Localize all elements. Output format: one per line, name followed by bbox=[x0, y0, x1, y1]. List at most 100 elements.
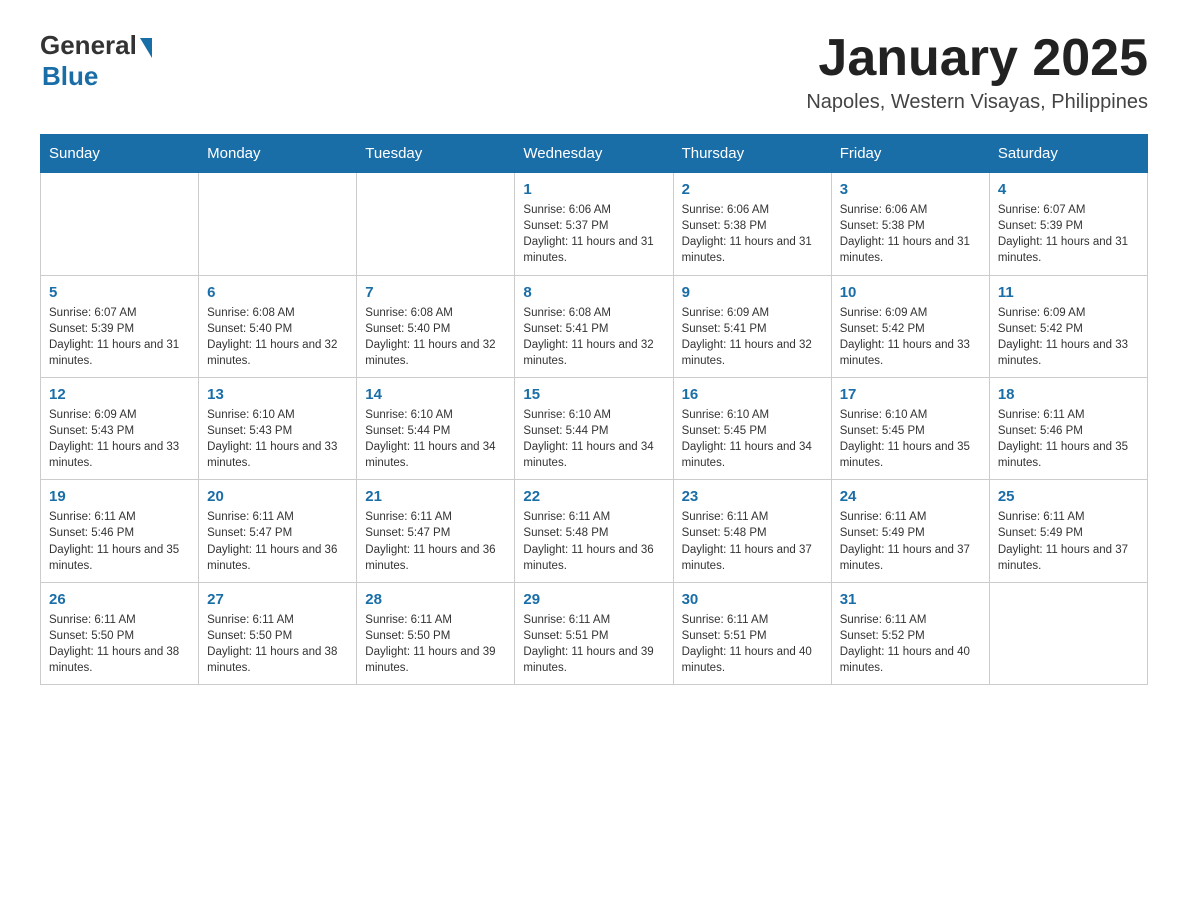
logo-triangle-icon bbox=[140, 38, 152, 58]
calendar-cell: 15 Sunrise: 6:10 AMSunset: 5:44 PMDayligh… bbox=[515, 377, 673, 479]
logo-general-text: General bbox=[40, 30, 137, 61]
calendar-header-friday: Friday bbox=[831, 135, 989, 173]
day-info: Sunrise: 6:10 AMSunset: 5:45 PMDaylight:… bbox=[840, 407, 981, 471]
day-number: 28 bbox=[365, 591, 506, 608]
day-number: 21 bbox=[365, 488, 506, 505]
day-info: Sunrise: 6:09 AMSunset: 5:42 PMDaylight:… bbox=[998, 305, 1139, 369]
day-info: Sunrise: 6:11 AMSunset: 5:49 PMDaylight:… bbox=[840, 509, 981, 573]
calendar-cell: 24 Sunrise: 6:11 AMSunset: 5:49 PMDayligh… bbox=[831, 480, 989, 582]
day-number: 29 bbox=[523, 591, 664, 608]
calendar-cell: 29Sunrise: 6:11 AMSunset: 5:51 PMDayligh… bbox=[515, 582, 673, 684]
calendar-cell: 5Sunrise: 6:07 AMSunset: 5:39 PMDaylight… bbox=[41, 275, 199, 377]
day-info: Sunrise: 6:10 AMSunset: 5:44 PMDaylight:… bbox=[365, 407, 506, 471]
calendar-cell: 13 Sunrise: 6:10 AMSunset: 5:43 PMDayligh… bbox=[199, 377, 357, 479]
day-number: 25 bbox=[998, 488, 1139, 505]
day-number: 31 bbox=[840, 591, 981, 608]
calendar-table: SundayMondayTuesdayWednesdayThursdayFrid… bbox=[40, 134, 1148, 685]
calendar-cell: 6Sunrise: 6:08 AMSunset: 5:40 PMDaylight… bbox=[199, 275, 357, 377]
calendar-cell: 31 Sunrise: 6:11 AMSunset: 5:52 PMDayligh… bbox=[831, 582, 989, 684]
calendar-cell: 16 Sunrise: 6:10 AMSunset: 5:45 PMDayligh… bbox=[673, 377, 831, 479]
calendar-cell: 26Sunrise: 6:11 AMSunset: 5:50 PMDayligh… bbox=[41, 582, 199, 684]
day-info: Sunrise: 6:11 AMSunset: 5:52 PMDaylight:… bbox=[840, 612, 981, 676]
calendar-cell: 4 Sunrise: 6:07 AMSunset: 5:39 PMDaylight… bbox=[989, 173, 1147, 275]
calendar-cell: 1Sunrise: 6:06 AMSunset: 5:37 PMDaylight… bbox=[515, 173, 673, 275]
calendar-cell: 10 Sunrise: 6:09 AMSunset: 5:42 PMDayligh… bbox=[831, 275, 989, 377]
calendar-cell: 21 Sunrise: 6:11 AMSunset: 5:47 PMDayligh… bbox=[357, 480, 515, 582]
day-info: Sunrise: 6:08 AMSunset: 5:41 PMDaylight:… bbox=[523, 305, 664, 369]
day-info: Sunrise: 6:11 AMSunset: 5:47 PMDaylight:… bbox=[365, 509, 506, 573]
calendar-cell bbox=[989, 582, 1147, 684]
day-number: 14 bbox=[365, 386, 506, 403]
day-info: Sunrise: 6:11 AMSunset: 5:48 PMDaylight:… bbox=[682, 509, 823, 573]
calendar-cell: 12Sunrise: 6:09 AMSunset: 5:43 PMDayligh… bbox=[41, 377, 199, 479]
calendar-header-sunday: Sunday bbox=[41, 135, 199, 173]
day-number: 5 bbox=[49, 284, 190, 301]
day-info: Sunrise: 6:06 AMSunset: 5:38 PMDaylight:… bbox=[840, 202, 981, 266]
calendar-cell: 18Sunrise: 6:11 AMSunset: 5:46 PMDayligh… bbox=[989, 377, 1147, 479]
calendar-body: 1Sunrise: 6:06 AMSunset: 5:37 PMDaylight… bbox=[41, 173, 1148, 685]
calendar-cell: 30 Sunrise: 6:11 AMSunset: 5:51 PMDayligh… bbox=[673, 582, 831, 684]
day-number: 23 bbox=[682, 488, 823, 505]
day-info: Sunrise: 6:09 AMSunset: 5:41 PMDaylight:… bbox=[682, 305, 823, 369]
day-info: Sunrise: 6:08 AMSunset: 5:40 PMDaylight:… bbox=[365, 305, 506, 369]
calendar-header-saturday: Saturday bbox=[989, 135, 1147, 173]
logo: General Blue bbox=[40, 30, 152, 92]
calendar-cell: 17 Sunrise: 6:10 AMSunset: 5:45 PMDayligh… bbox=[831, 377, 989, 479]
day-number: 2 bbox=[682, 181, 823, 198]
calendar-week-3: 12Sunrise: 6:09 AMSunset: 5:43 PMDayligh… bbox=[41, 377, 1148, 479]
calendar-cell: 25 Sunrise: 6:11 AMSunset: 5:49 PMDayligh… bbox=[989, 480, 1147, 582]
day-info: Sunrise: 6:07 AMSunset: 5:39 PMDaylight:… bbox=[998, 202, 1139, 266]
day-number: 27 bbox=[207, 591, 348, 608]
day-info: Sunrise: 6:11 AMSunset: 5:50 PMDaylight:… bbox=[365, 612, 506, 676]
calendar-cell bbox=[41, 173, 199, 275]
calendar-week-5: 26Sunrise: 6:11 AMSunset: 5:50 PMDayligh… bbox=[41, 582, 1148, 684]
day-info: Sunrise: 6:10 AMSunset: 5:43 PMDaylight:… bbox=[207, 407, 348, 471]
day-info: Sunrise: 6:09 AMSunset: 5:42 PMDaylight:… bbox=[840, 305, 981, 369]
calendar-header-monday: Monday bbox=[199, 135, 357, 173]
calendar-cell: 11 Sunrise: 6:09 AMSunset: 5:42 PMDayligh… bbox=[989, 275, 1147, 377]
day-number: 9 bbox=[682, 284, 823, 301]
day-info: Sunrise: 6:10 AMSunset: 5:45 PMDaylight:… bbox=[682, 407, 823, 471]
day-number: 18 bbox=[998, 386, 1139, 403]
page-title: January 2025 bbox=[806, 30, 1148, 87]
day-number: 15 bbox=[523, 386, 664, 403]
calendar-cell: 9 Sunrise: 6:09 AMSunset: 5:41 PMDaylight… bbox=[673, 275, 831, 377]
day-number: 17 bbox=[840, 386, 981, 403]
title-area: January 2025 Napoles, Western Visayas, P… bbox=[806, 30, 1148, 114]
day-number: 30 bbox=[682, 591, 823, 608]
calendar-header-thursday: Thursday bbox=[673, 135, 831, 173]
calendar-week-2: 5Sunrise: 6:07 AMSunset: 5:39 PMDaylight… bbox=[41, 275, 1148, 377]
day-info: Sunrise: 6:11 AMSunset: 5:50 PMDaylight:… bbox=[207, 612, 348, 676]
day-number: 1 bbox=[523, 181, 664, 198]
calendar-header-row: SundayMondayTuesdayWednesdayThursdayFrid… bbox=[41, 135, 1148, 173]
day-info: Sunrise: 6:10 AMSunset: 5:44 PMDaylight:… bbox=[523, 407, 664, 471]
calendar-header-wednesday: Wednesday bbox=[515, 135, 673, 173]
day-number: 6 bbox=[207, 284, 348, 301]
day-number: 13 bbox=[207, 386, 348, 403]
day-number: 4 bbox=[998, 181, 1139, 198]
calendar-cell: 2Sunrise: 6:06 AMSunset: 5:38 PMDaylight… bbox=[673, 173, 831, 275]
day-info: Sunrise: 6:11 AMSunset: 5:47 PMDaylight:… bbox=[207, 509, 348, 573]
calendar-cell: 23 Sunrise: 6:11 AMSunset: 5:48 PMDayligh… bbox=[673, 480, 831, 582]
day-number: 3 bbox=[840, 181, 981, 198]
day-number: 16 bbox=[682, 386, 823, 403]
day-number: 7 bbox=[365, 284, 506, 301]
day-info: Sunrise: 6:11 AMSunset: 5:50 PMDaylight:… bbox=[49, 612, 190, 676]
calendar-cell: 20Sunrise: 6:11 AMSunset: 5:47 PMDayligh… bbox=[199, 480, 357, 582]
calendar-cell: 19Sunrise: 6:11 AMSunset: 5:46 PMDayligh… bbox=[41, 480, 199, 582]
calendar-cell: 7 Sunrise: 6:08 AMSunset: 5:40 PMDaylight… bbox=[357, 275, 515, 377]
day-number: 12 bbox=[49, 386, 190, 403]
logo-blue-text: Blue bbox=[42, 61, 98, 92]
page-subtitle: Napoles, Western Visayas, Philippines bbox=[806, 91, 1148, 114]
day-number: 11 bbox=[998, 284, 1139, 301]
calendar-header-tuesday: Tuesday bbox=[357, 135, 515, 173]
day-info: Sunrise: 6:11 AMSunset: 5:51 PMDaylight:… bbox=[682, 612, 823, 676]
calendar-cell: 22Sunrise: 6:11 AMSunset: 5:48 PMDayligh… bbox=[515, 480, 673, 582]
day-number: 10 bbox=[840, 284, 981, 301]
day-info: Sunrise: 6:11 AMSunset: 5:48 PMDaylight:… bbox=[523, 509, 664, 573]
calendar-cell: 14 Sunrise: 6:10 AMSunset: 5:44 PMDayligh… bbox=[357, 377, 515, 479]
page-header: General Blue January 2025 Napoles, Weste… bbox=[40, 30, 1148, 114]
calendar-week-1: 1Sunrise: 6:06 AMSunset: 5:37 PMDaylight… bbox=[41, 173, 1148, 275]
day-info: Sunrise: 6:11 AMSunset: 5:49 PMDaylight:… bbox=[998, 509, 1139, 573]
day-number: 24 bbox=[840, 488, 981, 505]
